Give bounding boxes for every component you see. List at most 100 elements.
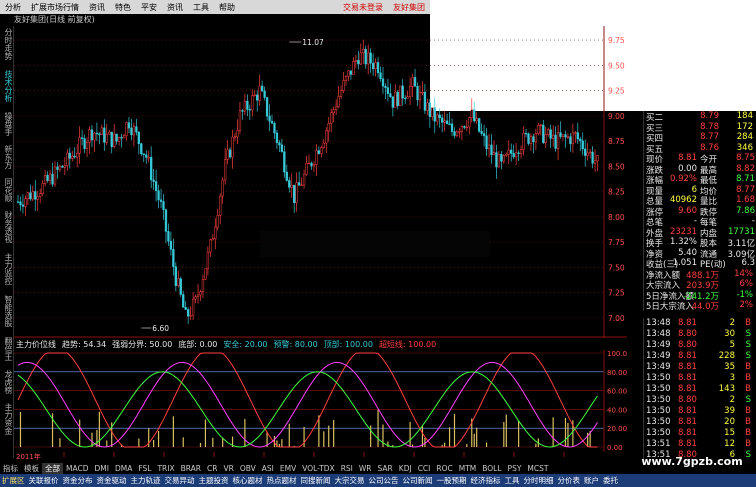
tick-row[interactable]: 13:50 8.81 143 B — [644, 384, 756, 395]
candlestick-chart[interactable]: 9.75 9.50 9.25 9.00 8.75 8.50 8.25 8.00 7.75 7.50… — [14, 26, 627, 338]
bottom-tab[interactable]: 热点题材 — [265, 475, 299, 486]
indicator-tab[interactable]: KDJ — [396, 464, 415, 473]
nav-tab[interactable]: 翻倍王 — [1, 337, 13, 361]
indicator-value: 趋势: 54.34 — [62, 339, 106, 350]
bottom-tab[interactable]: 公司新闻 — [401, 475, 435, 486]
bottom-tab[interactable]: 交易异动 — [163, 475, 197, 486]
candle-body — [453, 131, 456, 136]
bottom-tab[interactable]: 主题投资 — [197, 475, 231, 486]
quote-value2: 17731 — [727, 226, 755, 237]
candle-body — [448, 123, 451, 125]
bottom-tab[interactable]: 工具 — [503, 475, 522, 486]
tick-list[interactable]: 13:48 8.81 2 B 13:48 8.80 30 S 13:49 8.80 5 S 13:49 8… — [643, 318, 756, 464]
nav-tab[interactable]: 分时走势 — [1, 28, 13, 60]
bottom-tab[interactable]: 核心题材 — [231, 475, 265, 486]
bottom-tab[interactable]: 账户 — [582, 475, 601, 486]
tick-row[interactable]: 13:51 8.81 12 B — [644, 439, 756, 450]
tick-row[interactable]: 13:50 8.81 15 B — [644, 428, 756, 439]
indicator-tab[interactable]: ROC — [433, 464, 455, 473]
nav-tab[interactable]: 主力监控 — [1, 253, 13, 285]
low-label: 6.60 — [152, 324, 169, 333]
candle-body — [529, 136, 533, 144]
candle-body — [295, 182, 298, 203]
candle-body — [569, 136, 572, 145]
candle-body — [352, 61, 355, 75]
bottom-tab[interactable]: 关联报价 — [27, 475, 61, 486]
menu-item[interactable]: 扩展市场行情 — [26, 2, 84, 13]
menu-item[interactable]: 特色 — [110, 2, 136, 13]
nav-tab[interactable]: 主力资金 — [1, 403, 13, 435]
menu-item[interactable]: 分析 — [0, 2, 26, 13]
menu-right-item[interactable]: 友好集团 — [388, 2, 430, 13]
bottom-tab[interactable]: 资金驱动 — [95, 475, 129, 486]
tick-row[interactable]: 13:50 8.81 3 B — [644, 373, 756, 384]
menu-right-item[interactable]: 交易未登录 — [338, 2, 388, 13]
bottom-tab[interactable]: 资金分布 — [61, 475, 95, 486]
indicator-tab[interactable]: MACD — [63, 464, 91, 473]
indicator-tab[interactable]: MTM — [456, 464, 480, 473]
indicator-tab[interactable]: MCST — [524, 464, 551, 473]
menu-item[interactable]: 平安 — [136, 2, 162, 13]
nav-tab[interactable]: 智能选股 — [1, 295, 13, 327]
indicator-tab[interactable]: ASI — [259, 464, 277, 473]
indicator-tab[interactable]: BOLL — [479, 464, 504, 473]
menu-item[interactable]: 帮助 — [214, 2, 240, 13]
indicator-tab[interactable]: DMI — [91, 464, 111, 473]
tick-row[interactable]: 13:50 8.81 20 B — [644, 417, 756, 428]
bottom-tab[interactable]: 委托 — [601, 475, 620, 486]
indicator-tab[interactable]: BRAR — [178, 464, 204, 473]
tick-row[interactable]: 13:50 8.81 39 B — [644, 406, 756, 417]
menu-item[interactable]: 工具 — [188, 2, 214, 13]
indicator-tab[interactable]: 全部 — [42, 462, 63, 474]
indicator-tab[interactable]: EMV — [277, 464, 299, 473]
indicator-tab[interactable]: CCI — [415, 464, 434, 473]
quote-row: 净资 5.40 流通 3.09亿 — [644, 248, 756, 260]
bottom-tab[interactable]: 分价表 — [556, 475, 583, 486]
bottom-tab[interactable]: 大宗交易 — [333, 475, 367, 486]
indicator-tab[interactable]: TRIX — [154, 464, 177, 473]
indicator-tab[interactable]: DMA — [112, 464, 135, 473]
bottom-tab[interactable]: 主力轨迹 — [129, 475, 163, 486]
indicator-value: 底部: 0.00 — [178, 339, 217, 350]
indicator-tab[interactable]: OBV — [237, 464, 259, 473]
bottom-tab[interactable]: 同搜新闻 — [299, 475, 333, 486]
indicator-tab[interactable]: FSL — [135, 464, 154, 473]
bottom-tab[interactable]: 公司公告 — [367, 475, 401, 486]
tick-row[interactable]: 13:49 8.80 5 S — [644, 340, 756, 351]
sub-tick: 80.00 — [607, 369, 627, 377]
bottom-tab[interactable]: 经济指标 — [469, 475, 503, 486]
indicator-tab[interactable]: 模板 — [21, 463, 42, 474]
indicator-tabs: 指标 模板 全部 MACD DMI DMA FSL TRIX BRAR CR VR OBV ASI EMV… — [0, 462, 548, 474]
nav-tab[interactable]: 操盘手 — [1, 112, 13, 136]
nav-tab[interactable]: 技术分析 — [1, 70, 13, 102]
indicator-tab[interactable]: WR — [356, 464, 375, 473]
quote-row: 大宗流入 203.9万 6% — [644, 279, 756, 291]
tick-row[interactable]: 13:49 8.81 228 S — [644, 351, 756, 362]
nav-tab[interactable]: 财务透视 — [1, 211, 13, 243]
tick-row[interactable]: 13:48 8.80 30 S — [644, 329, 756, 340]
indicator-tab[interactable]: 指标 — [0, 463, 21, 474]
indicator-tab[interactable]: PSY — [505, 464, 525, 473]
indicator-chart[interactable]: 100.00 80.00 60.00 40.00 20.00 0.00 — [14, 350, 627, 452]
tick-row[interactable]: 13:48 8.81 2 B — [644, 318, 756, 329]
indicator-tab[interactable]: RSI — [338, 464, 356, 473]
bottom-tab[interactable]: 分时明细 — [522, 475, 556, 486]
indicator-tab[interactable]: VR — [220, 464, 236, 473]
nav-tab[interactable]: 龙虎榜 — [1, 370, 13, 394]
indicator-tab[interactable]: CR — [204, 464, 220, 473]
candle-body — [43, 174, 47, 184]
tick-time: 13:48 — [646, 329, 671, 339]
bottom-tab[interactable]: 扩展区 — [0, 475, 27, 486]
price-tick: 8.00 — [608, 213, 625, 222]
tick-row[interactable]: 13:49 8.81 35 B — [644, 362, 756, 373]
menu-item[interactable]: 资讯 — [84, 2, 110, 13]
candle-body — [515, 152, 518, 158]
tick-time: 13:50 — [646, 417, 671, 427]
indicator-tab[interactable]: SAR — [375, 464, 396, 473]
menu-item[interactable]: 资讯 — [162, 2, 188, 13]
tick-row[interactable]: 13:50 8.80 2 S — [644, 395, 756, 406]
nav-tab[interactable]: 同花顺 — [1, 178, 13, 202]
indicator-tab[interactable]: VOL-TDX — [299, 464, 337, 473]
nav-tab[interactable]: 新东方 — [1, 145, 13, 169]
bottom-tab[interactable]: 一股预期 — [435, 475, 469, 486]
